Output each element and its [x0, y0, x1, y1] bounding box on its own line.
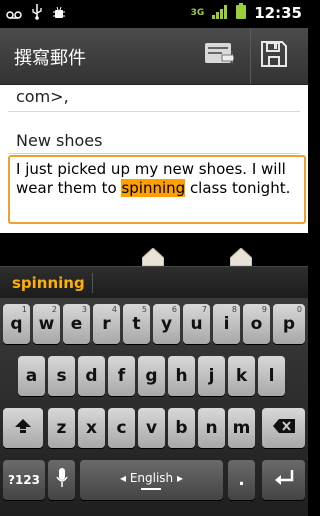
enter-icon — [273, 469, 295, 491]
shift-key[interactable] — [3, 408, 43, 448]
selection-end-handle[interactable] — [229, 247, 253, 267]
key-q[interactable]: q1 — [3, 304, 30, 344]
key-n[interactable]: n — [198, 408, 225, 448]
key-u[interactable]: u7 — [183, 304, 210, 344]
key-s[interactable]: s — [48, 356, 75, 396]
key-t[interactable]: t5 — [123, 304, 150, 344]
to-field-value: com>, — [16, 87, 69, 106]
battery-icon — [236, 3, 247, 23]
3g-icon: 3G — [190, 7, 205, 18]
status-left-icons — [6, 4, 66, 24]
backspace-icon — [272, 418, 295, 438]
key-w[interactable]: w2 — [33, 304, 60, 344]
subject-field-value: New shoes — [16, 131, 103, 150]
selected-word[interactable]: spinning — [121, 179, 186, 197]
key-i[interactable]: i8 — [213, 304, 240, 344]
key-k[interactable]: k — [228, 356, 255, 396]
to-field[interactable]: com>, — [8, 85, 300, 112]
enter-key[interactable] — [262, 460, 305, 500]
send-icon — [204, 41, 235, 71]
email-compose-screen: 3G 12:35 撰寫郵件 com>, New shoes I just pic… — [0, 0, 308, 516]
key-v[interactable]: v — [138, 408, 165, 448]
microphone-icon — [55, 467, 68, 493]
key-g[interactable]: g — [138, 356, 165, 396]
key-d[interactable]: d — [78, 356, 105, 396]
message-body-field[interactable]: I just picked up my new shoes. I will we… — [8, 155, 306, 224]
key-b[interactable]: b — [168, 408, 195, 448]
voicemail-icon — [6, 5, 22, 24]
save-draft-button[interactable] — [250, 28, 297, 84]
selection-start-handle[interactable] — [141, 247, 165, 267]
status-bar: 3G 12:35 — [0, 0, 308, 28]
numbers-key[interactable]: ?123 — [3, 460, 45, 500]
status-right-icons: 3G 12:35 — [191, 3, 302, 23]
key-e[interactable]: e3 — [63, 304, 90, 344]
key-h[interactable]: h — [168, 356, 195, 396]
key-a[interactable]: a — [18, 356, 45, 396]
key-p[interactable]: p0 — [273, 304, 305, 344]
shift-icon — [15, 418, 31, 438]
status-time: 12:35 — [254, 4, 302, 22]
period-key[interactable]: . — [228, 460, 255, 500]
soft-keyboard: q1 w2 e3 r4 t5 y6 u7 i8 o9 p0 a s d f g … — [0, 298, 308, 516]
suggestion-strip: spinning — [0, 266, 308, 299]
android-debug-icon — [52, 5, 66, 24]
key-y[interactable]: y6 — [153, 304, 180, 344]
page-title: 撰寫郵件 — [14, 48, 86, 69]
send-button[interactable] — [196, 28, 242, 84]
space-key[interactable]: ◂ English ▸ — [80, 460, 223, 500]
compose-form: com>, New shoes I just picked up my new … — [0, 85, 308, 233]
suggestion-word[interactable]: spinning — [12, 274, 85, 292]
key-l[interactable]: l — [258, 356, 285, 396]
key-z[interactable]: z — [48, 408, 75, 448]
backspace-key[interactable] — [262, 408, 305, 448]
action-bar: 撰寫郵件 — [0, 28, 308, 85]
subject-field[interactable]: New shoes — [8, 121, 300, 154]
key-x[interactable]: x — [78, 408, 105, 448]
body-text-after: class tonight. — [185, 179, 291, 197]
key-f[interactable]: f — [108, 356, 135, 396]
suggestion-divider — [92, 273, 93, 293]
key-r[interactable]: r4 — [93, 304, 120, 344]
signal-icon — [212, 4, 228, 23]
usb-icon — [32, 4, 42, 24]
microphone-key[interactable] — [48, 460, 75, 500]
key-m[interactable]: m — [228, 408, 255, 448]
language-switch-label: ◂ English ▸ — [120, 471, 183, 490]
key-c[interactable]: c — [108, 408, 135, 448]
key-o[interactable]: o9 — [243, 304, 270, 344]
key-j[interactable]: j — [198, 356, 225, 396]
save-icon — [260, 40, 288, 72]
